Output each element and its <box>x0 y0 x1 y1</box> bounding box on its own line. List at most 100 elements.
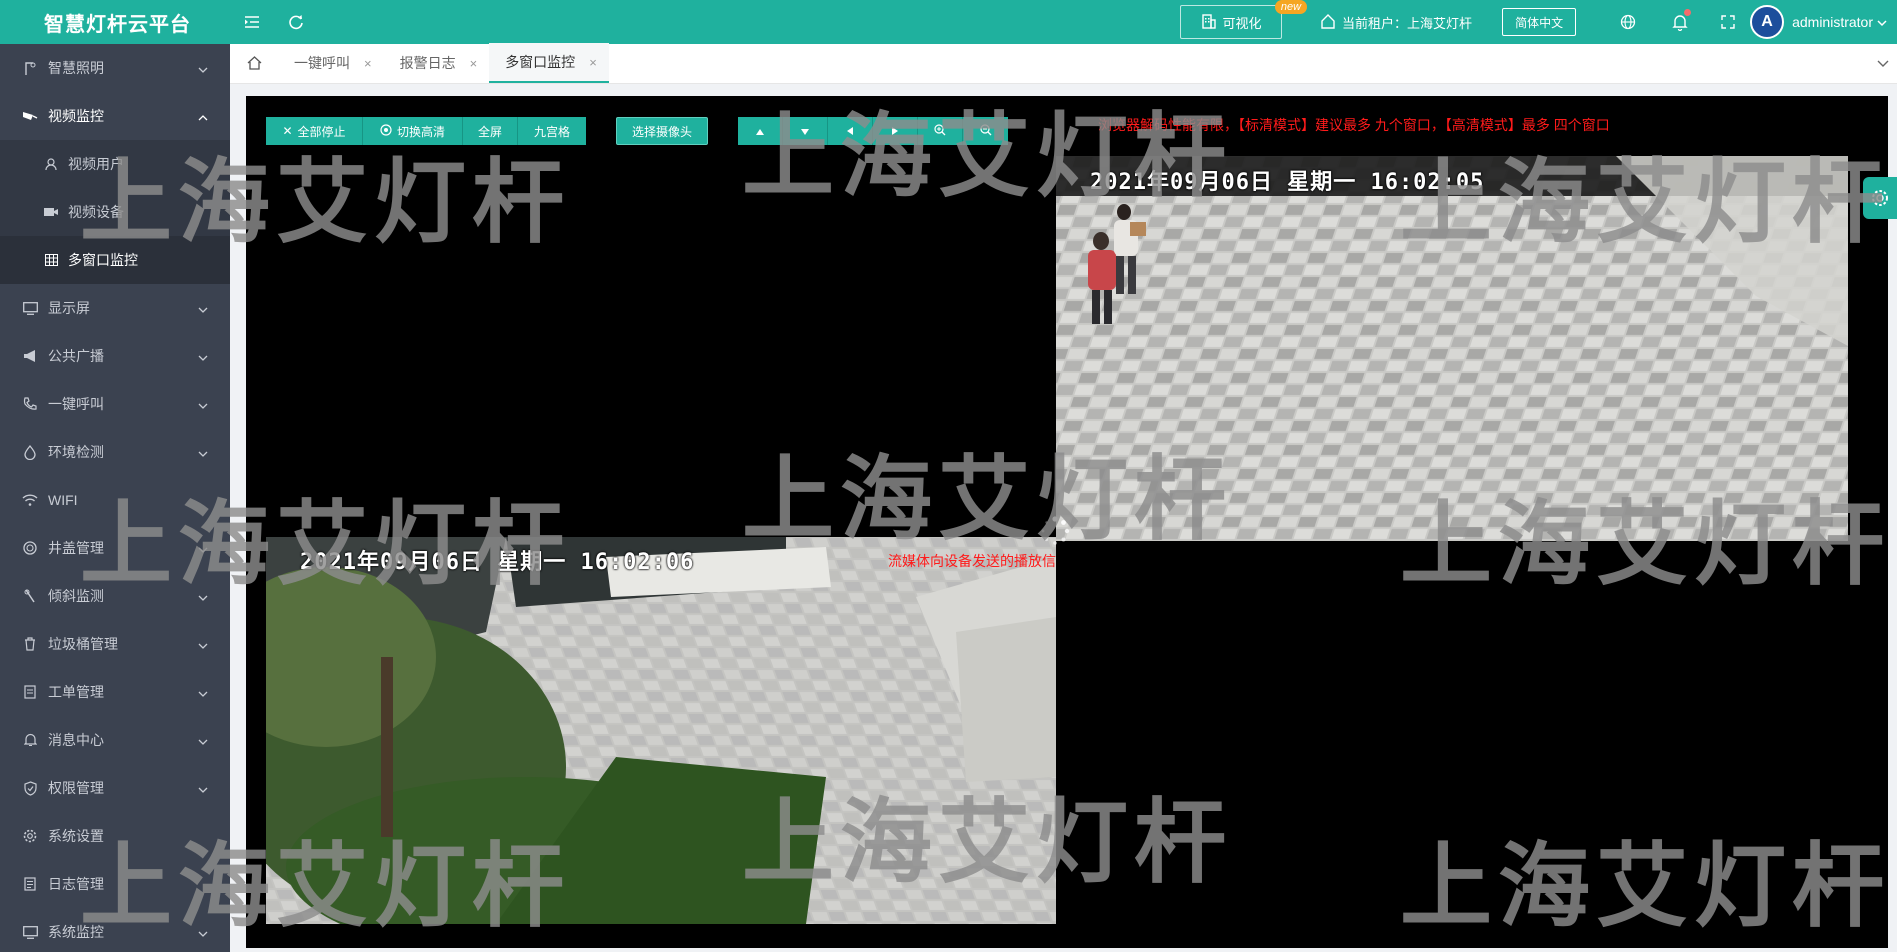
globe-icon[interactable] <box>1602 0 1654 44</box>
ptz-left-button[interactable] <box>828 117 873 145</box>
loading-spinner-icon <box>1040 516 1070 546</box>
manhole-icon <box>22 540 38 556</box>
ptz-up-button[interactable] <box>738 117 783 145</box>
chevron-down-icon <box>198 685 208 701</box>
menu-fold-icon[interactable] <box>230 0 274 44</box>
chevron-down-icon <box>1877 14 1887 30</box>
close-icon[interactable]: × <box>589 55 597 70</box>
close-icon[interactable]: × <box>364 56 372 71</box>
video-cell-3[interactable]: 2021年09月06日 星期一 16:02:06 <box>266 537 1056 924</box>
user-menu[interactable]: administrator <box>1792 14 1887 30</box>
nine-grid-button[interactable]: 九宫格 <box>518 117 586 145</box>
chevron-down-icon <box>198 637 208 653</box>
sidebar-item-system-monitoring[interactable]: 系统监控 <box>0 908 230 952</box>
monitor-icon <box>22 300 38 316</box>
sidebar-item-label: 公共广播 <box>48 348 104 364</box>
sidebar-subitem-label: 多窗口监控 <box>68 252 138 268</box>
tab-label: 报警日志 <box>399 55 456 71</box>
ptz-right-button[interactable] <box>873 117 918 145</box>
sidebar-item-label: 环境检测 <box>48 444 104 460</box>
sidebar-item-lighting[interactable]: 智慧照明 <box>0 44 230 92</box>
sidebar-item-trash[interactable]: 垃圾桶管理 <box>0 620 230 668</box>
video-toolbar: ✕ 全部停止 切换高清 全屏 九宫格 选择摄像头 <box>266 117 1008 145</box>
switch-hd-button[interactable]: 切换高清 <box>363 117 463 145</box>
bell-icon[interactable] <box>1654 0 1706 44</box>
sidebar-item-label: 系统设置 <box>48 828 104 844</box>
sidebar-item-label: 工单管理 <box>48 684 104 700</box>
chevron-down-icon <box>198 781 208 797</box>
video-cell-4[interactable] <box>1056 541 1848 924</box>
zoom-in-button[interactable] <box>918 117 963 145</box>
chevron-down-icon <box>198 349 208 365</box>
sidebar-item-label: 系统监控 <box>48 924 104 940</box>
fullscreen-icon[interactable] <box>1706 0 1750 44</box>
tab-one-key-call[interactable]: 一键呼叫 × <box>278 43 384 83</box>
sidebar-item-work-order[interactable]: 工单管理 <box>0 668 230 716</box>
switch-hd-label: 切换高清 <box>396 124 445 139</box>
refresh-icon[interactable] <box>274 0 318 44</box>
video-cell-1[interactable] <box>266 156 1056 536</box>
stop-all-button[interactable]: ✕ 全部停止 <box>266 117 363 145</box>
sidebar-item-permissions[interactable]: 权限管理 <box>0 764 230 812</box>
sidebar-item-label: 井盖管理 <box>48 540 104 556</box>
chevron-down-icon <box>198 61 208 77</box>
fullscreen-button[interactable]: 全屏 <box>463 117 518 145</box>
sidebar-item-display[interactable]: 显示屏 <box>0 284 230 332</box>
order-icon <box>22 684 38 700</box>
sidebar-item-system-settings[interactable]: 系统设置 <box>0 812 230 860</box>
sidebar-item-messages[interactable]: 消息中心 <box>0 716 230 764</box>
chevron-down-icon <box>198 397 208 413</box>
close-icon[interactable]: × <box>470 56 478 71</box>
visualization-button[interactable]: 可视化 new <box>1180 0 1308 39</box>
sidebar-item-wifi[interactable]: WIFI <box>0 476 230 524</box>
settings-gear-icon[interactable] <box>1863 177 1897 219</box>
video-cell-2[interactable]: 2021年09月06日 星期一 16:02:05 <box>1056 156 1848 541</box>
avatar[interactable]: A <box>1750 5 1785 39</box>
log-icon <box>22 876 38 892</box>
tab-alarm-log[interactable]: 报警日志 × <box>384 43 490 83</box>
close-icon: ✕ <box>282 124 293 138</box>
caret-down-icon <box>801 124 809 138</box>
sidebar-item-label: 权限管理 <box>48 780 104 796</box>
language-button[interactable]: 简体中文 <box>1502 8 1577 36</box>
sidebar-item-label: WIFI <box>48 492 78 508</box>
ptz-controls <box>738 117 1008 145</box>
username: administrator <box>1792 14 1873 30</box>
chevron-down-icon <box>198 589 208 605</box>
gear-icon <box>22 828 38 844</box>
new-badge: new <box>1274 0 1308 14</box>
sidebar-subitem-video-devices[interactable]: 视频设备 <box>0 188 230 236</box>
sidebar-subitem-video-users[interactable]: 视频用户 <box>0 140 230 188</box>
tilt-icon <box>22 588 38 604</box>
home-tab-icon[interactable] <box>230 43 278 83</box>
sidebar-item-broadcast[interactable]: 公共广播 <box>0 332 230 380</box>
sidebar-item-label: 一键呼叫 <box>48 396 104 412</box>
select-camera-button[interactable]: 选择摄像头 <box>616 117 708 145</box>
camera-feed: 2021年09月06日 星期一 16:02:06 <box>266 537 1056 924</box>
current-tenant: 当前租户：上海艾灯杆 <box>1320 13 1472 32</box>
video-icon <box>44 205 58 219</box>
camera-timestamp: 2021年09月06日 星期一 16:02:06 <box>300 550 695 575</box>
sidebar-item-tilt[interactable]: 倾斜监测 <box>0 572 230 620</box>
sidebar-subitem-multi-window[interactable]: 多窗口监控 <box>0 236 230 284</box>
sidebar-item-one-key-call[interactable]: 一键呼叫 <box>0 380 230 428</box>
bell-icon <box>22 732 38 748</box>
camera-icon <box>22 108 38 124</box>
sidebar-item-manhole[interactable]: 井盖管理 <box>0 524 230 572</box>
sidebar-item-video-monitoring[interactable]: 视频监控 <box>0 92 230 140</box>
sidebar-item-environment[interactable]: 环境检测 <box>0 428 230 476</box>
tab-label: 一键呼叫 <box>294 55 350 71</box>
sidebar-item-label: 日志管理 <box>48 876 104 892</box>
caret-up-icon <box>756 124 764 138</box>
sidebar-item-label: 垃圾桶管理 <box>48 636 118 652</box>
chevron-down-icon <box>198 301 208 317</box>
building-icon <box>1201 13 1217 32</box>
tab-multi-window[interactable]: 多窗口监控 × <box>489 43 609 83</box>
sidebar-item-label: 显示屏 <box>48 300 90 316</box>
ptz-down-button[interactable] <box>783 117 828 145</box>
chevron-down-icon[interactable] <box>1877 56 1889 71</box>
zoom-out-button[interactable] <box>963 117 1008 145</box>
sidebar-item-logs[interactable]: 日志管理 <box>0 860 230 908</box>
shield-icon <box>22 780 38 796</box>
user-icon <box>44 157 58 171</box>
